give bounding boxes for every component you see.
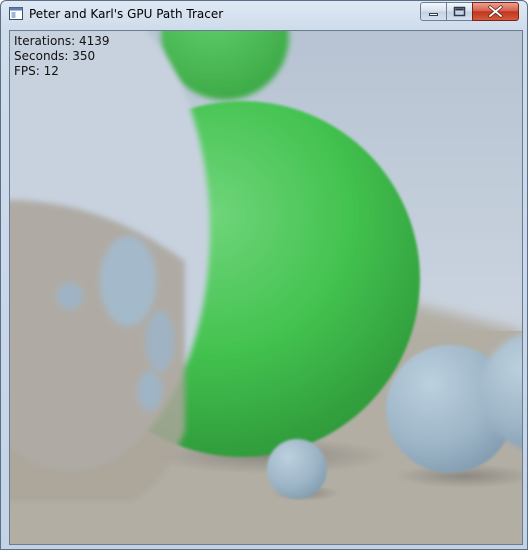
app-window: Peter and Karl's GPU Path Tracer Iterati… [0, 0, 528, 550]
maximize-button[interactable] [446, 2, 473, 21]
small-blue-sphere [267, 439, 327, 499]
maximize-icon [453, 6, 466, 17]
window-title: Peter and Karl's GPU Path Tracer [29, 7, 224, 21]
title-bar[interactable]: Peter and Karl's GPU Path Tracer [1, 1, 527, 27]
fps-readout: FPS: 12 [14, 64, 59, 78]
close-button[interactable] [472, 2, 519, 21]
seconds-readout: Seconds: 350 [14, 49, 96, 63]
minimize-icon [429, 13, 438, 16]
reflective-sphere [10, 31, 210, 501]
render-stats: Iterations: 4139 Seconds: 350 FPS: 12 [14, 34, 110, 79]
minimize-button[interactable] [420, 2, 447, 21]
render-viewport[interactable]: Iterations: 4139 Seconds: 350 FPS: 12 [9, 30, 523, 545]
iterations-readout: Iterations: 4139 [14, 34, 110, 48]
path-traced-scene [10, 31, 522, 544]
app-window-icon[interactable] [9, 7, 23, 20]
close-icon [488, 5, 503, 18]
